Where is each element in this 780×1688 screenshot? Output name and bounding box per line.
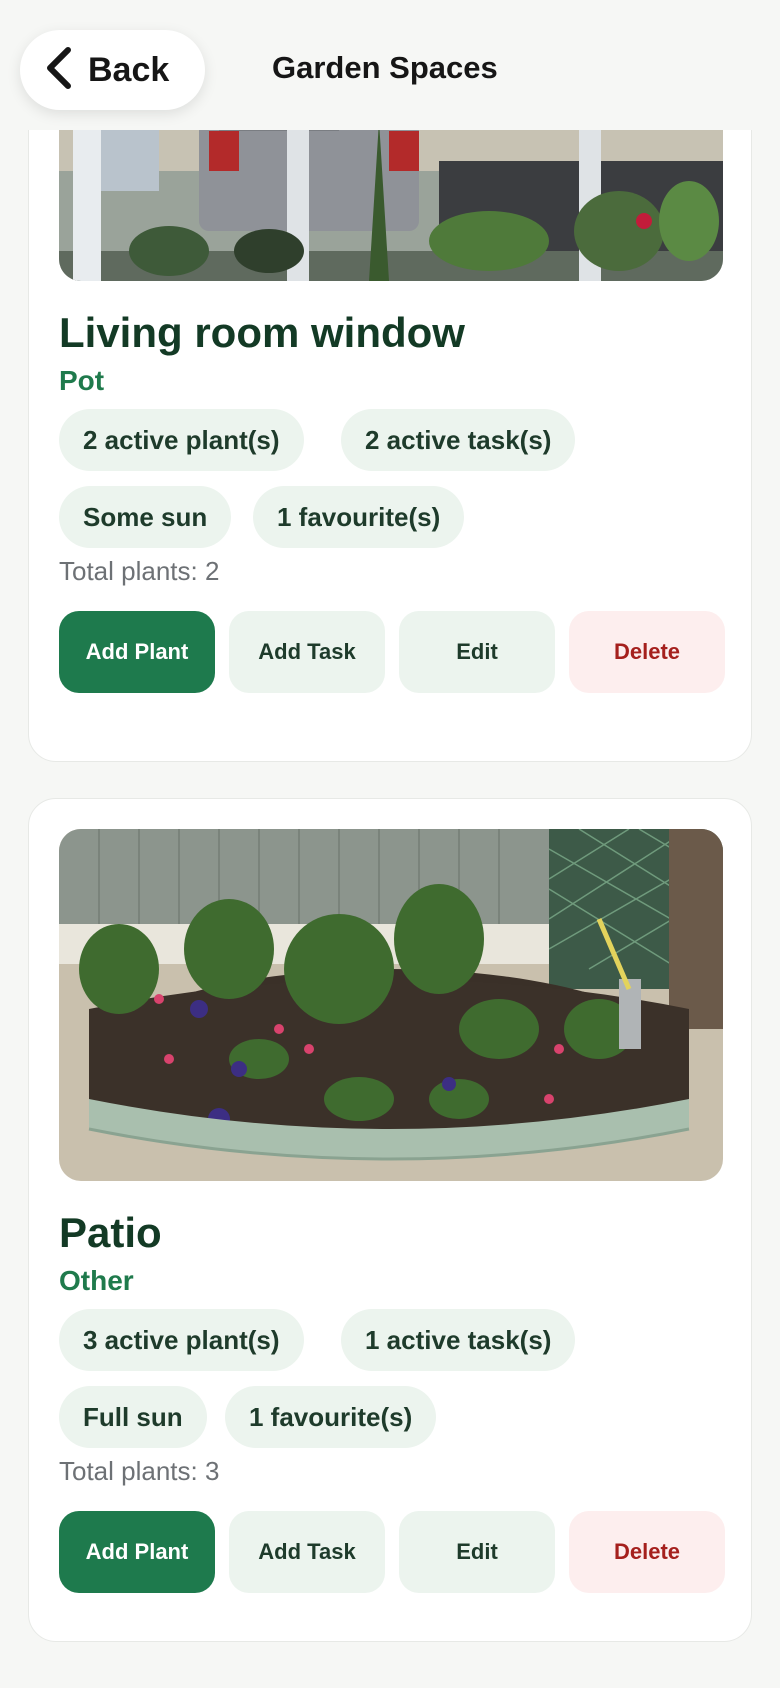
- back-button[interactable]: Back: [20, 30, 205, 110]
- space-name: Living room window: [59, 309, 465, 356]
- active-tasks-chip: 1 active task(s): [341, 1309, 576, 1371]
- sun-level-chip: Some sun: [59, 486, 232, 548]
- space-type: Other: [59, 1265, 134, 1296]
- chevron-left-icon: [44, 46, 74, 95]
- total-plants: Total plants: 3: [59, 1456, 220, 1486]
- active-plants-chip: 2 active plant(s): [59, 409, 304, 471]
- space-photo: [59, 829, 723, 1181]
- active-tasks-chip: 2 active task(s): [341, 409, 576, 471]
- edit-button[interactable]: Edit: [399, 1511, 555, 1593]
- favourites-chip: 1 favourite(s): [253, 486, 465, 548]
- add-task-button[interactable]: Add Task: [229, 611, 385, 693]
- add-plant-button[interactable]: Add Plant: [59, 1511, 215, 1593]
- sun-level-chip: Full sun: [59, 1386, 207, 1448]
- space-name: Patio: [59, 1209, 162, 1256]
- delete-button[interactable]: Delete: [569, 1511, 725, 1593]
- garden-spaces-screen: Living room window Pot 2 active plant(s)…: [0, 0, 780, 1688]
- total-plants: Total plants: 2: [59, 556, 220, 586]
- space-card: Patio Other 3 active plant(s) 1 active t…: [28, 798, 752, 1642]
- space-type: Pot: [59, 365, 105, 396]
- back-label: Back: [88, 50, 170, 89]
- add-task-button[interactable]: Add Task: [229, 1511, 385, 1593]
- top-bar: Back Garden Spaces: [0, 0, 780, 130]
- edit-button[interactable]: Edit: [399, 611, 555, 693]
- add-plant-button[interactable]: Add Plant: [59, 611, 215, 693]
- delete-button[interactable]: Delete: [569, 611, 725, 693]
- active-plants-chip: 3 active plant(s): [59, 1309, 304, 1371]
- page-title: Garden Spaces: [272, 50, 498, 85]
- favourites-chip: 1 favourite(s): [225, 1386, 437, 1448]
